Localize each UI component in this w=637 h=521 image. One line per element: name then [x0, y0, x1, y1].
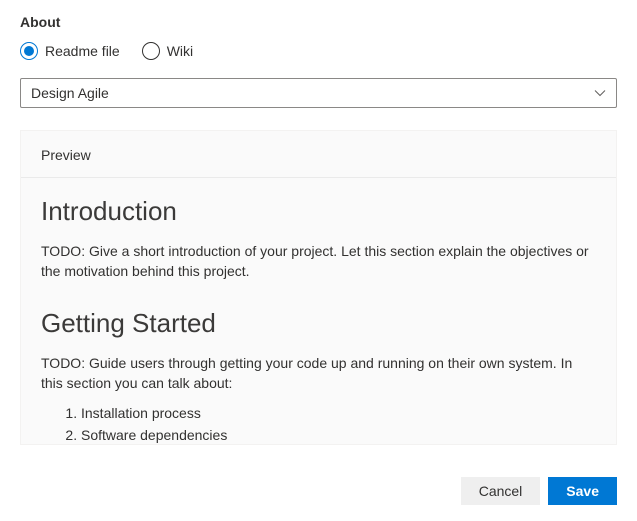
preview-ordered-list: Installation process Software dependenci… [41, 403, 596, 444]
radio-wiki[interactable]: Wiki [142, 42, 193, 60]
footer-actions: Cancel Save [461, 477, 617, 505]
list-item: Installation process [81, 403, 596, 425]
preview-heading-introduction: Introduction [41, 196, 596, 227]
save-button[interactable]: Save [548, 477, 617, 505]
preview-tab[interactable]: Preview [21, 131, 616, 178]
radio-unchecked-icon [142, 42, 160, 60]
preview-paragraph: TODO: Guide users through getting your c… [41, 353, 596, 394]
dropdown-value: Design Agile [31, 85, 109, 101]
radio-label: Readme file [45, 43, 120, 59]
preview-body: Introduction TODO: Give a short introduc… [21, 178, 616, 444]
section-label-about: About [20, 14, 617, 30]
repo-select-dropdown[interactable]: Design Agile [20, 78, 617, 108]
cancel-button[interactable]: Cancel [461, 477, 541, 505]
preview-paragraph: TODO: Give a short introduction of your … [41, 241, 596, 282]
preview-heading-getting-started: Getting Started [41, 308, 596, 339]
about-source-radio-group: Readme file Wiki [20, 42, 617, 60]
list-item: Software dependencies [81, 425, 596, 444]
chevron-down-icon [594, 87, 606, 99]
preview-card: Preview Introduction TODO: Give a short … [20, 130, 617, 445]
radio-label: Wiki [167, 43, 193, 59]
radio-checked-icon [20, 42, 38, 60]
radio-readme-file[interactable]: Readme file [20, 42, 120, 60]
